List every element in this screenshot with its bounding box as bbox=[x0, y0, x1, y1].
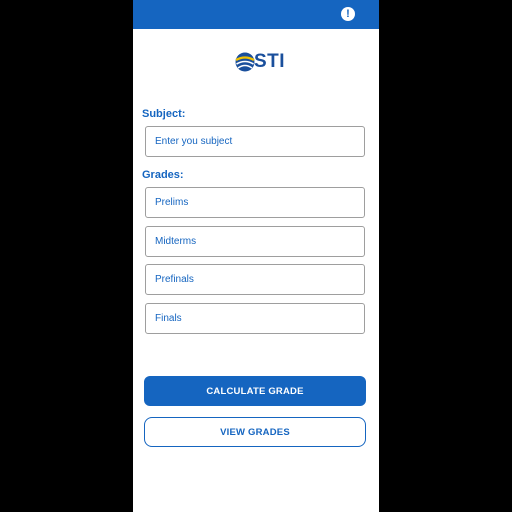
subject-label: Subject: bbox=[142, 108, 186, 120]
alert-icon[interactable]: ! bbox=[341, 7, 355, 21]
app-screen: ! STI Subject: Grades: CALCULATE GRADE V… bbox=[133, 0, 379, 512]
app-bar: ! bbox=[133, 0, 379, 29]
subject-input[interactable] bbox=[145, 126, 365, 157]
prefinals-input[interactable] bbox=[145, 264, 365, 295]
midterms-input[interactable] bbox=[145, 226, 365, 257]
sti-logo: STI bbox=[234, 51, 285, 73]
globe-icon bbox=[235, 52, 255, 72]
calculate-grade-button[interactable]: CALCULATE GRADE bbox=[144, 376, 366, 406]
logo-text: STI bbox=[254, 51, 286, 72]
view-grades-button[interactable]: VIEW GRADES bbox=[144, 417, 366, 447]
grades-label: Grades: bbox=[142, 169, 184, 181]
finals-input[interactable] bbox=[145, 303, 365, 334]
prelims-input[interactable] bbox=[145, 187, 365, 218]
